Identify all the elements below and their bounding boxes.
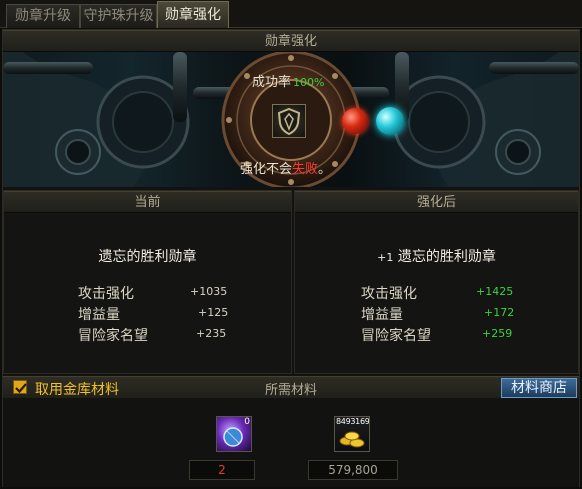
current-panel: 当前 遗忘的胜利勋章 攻击强化 +1035 增益量 +125 冒险家名望 +23… bbox=[3, 190, 292, 374]
current-header: 当前 bbox=[4, 191, 291, 213]
no-fail-suffix: 。 bbox=[318, 162, 332, 177]
gold-coin-icon[interactable]: 8493169 bbox=[334, 416, 370, 452]
tab-medal-enhance[interactable]: 勋章强化 bbox=[157, 1, 229, 28]
after-stat-row: 攻击强化 +1425 bbox=[361, 283, 521, 302]
success-rate: 成功率 100% bbox=[252, 71, 324, 90]
stat-value: +1425 bbox=[476, 285, 514, 298]
stat-label: 冒险家名望 bbox=[78, 328, 148, 344]
after-stat-row: 冒险家名望 +259 bbox=[361, 325, 521, 344]
red-orb-icon bbox=[342, 108, 368, 134]
fail-word: 失败 bbox=[292, 162, 319, 177]
after-item-name: 遗忘的胜利勋章 bbox=[397, 249, 496, 265]
current-stat-row: 冒险家名望 +235 bbox=[78, 325, 228, 344]
material-badge: 8493169 bbox=[336, 417, 370, 426]
current-item-name: 遗忘的胜利勋章 bbox=[98, 249, 197, 265]
medal-stone-icon[interactable]: 0 bbox=[216, 416, 252, 452]
success-rate-value: 100% bbox=[293, 76, 325, 89]
stat-value: +235 bbox=[196, 327, 227, 340]
medal-slot[interactable] bbox=[272, 104, 306, 138]
no-fail-notice: 强化不会失败。 bbox=[240, 158, 331, 177]
tab-medal-upgrade[interactable]: 勋章升级 bbox=[6, 4, 80, 28]
enhance-level: +1 bbox=[377, 251, 394, 264]
stat-label: 增益量 bbox=[78, 307, 120, 323]
success-rate-label: 成功率 bbox=[252, 75, 292, 90]
tab-guardian-bead-upgrade[interactable]: 守护珠升级 bbox=[80, 4, 157, 28]
material-count: 579,800 bbox=[308, 460, 398, 480]
after-item-title: +1 遗忘的胜利勋章 bbox=[295, 246, 578, 266]
stat-label: 冒险家名望 bbox=[361, 328, 431, 344]
materials-area: 0 2 8493169 579,800 bbox=[3, 398, 579, 487]
material-count: 2 bbox=[189, 460, 255, 480]
stat-value: +259 bbox=[482, 327, 513, 340]
stat-label: 增益量 bbox=[361, 307, 403, 323]
cyan-orb-icon bbox=[376, 107, 404, 135]
page-title: 勋章强化 bbox=[3, 30, 579, 52]
after-header: 强化后 bbox=[295, 191, 578, 213]
materials-bar: 所需材料 取用金库材料 材料商店 bbox=[3, 376, 579, 398]
stat-value: +125 bbox=[198, 306, 229, 319]
check-icon bbox=[15, 383, 27, 394]
current-stat-row: 攻击强化 +1035 bbox=[78, 283, 228, 302]
tab-bar: 勋章升级 守护珠升级 勋章强化 bbox=[0, 0, 582, 28]
material-shop-button[interactable]: 材料商店 bbox=[501, 378, 577, 398]
use-gold-label[interactable]: 取用金库材料 bbox=[35, 379, 119, 399]
after-panel: 强化后 +1 遗忘的胜利勋章 攻击强化 +1425 增益量 +172 冒险家名望… bbox=[294, 190, 579, 374]
shield-icon bbox=[277, 107, 301, 136]
after-stat-row: 增益量 +172 bbox=[361, 304, 521, 323]
stat-value: +172 bbox=[484, 306, 515, 319]
no-fail-prefix: 强化不会 bbox=[240, 162, 293, 177]
current-stat-row: 增益量 +125 bbox=[78, 304, 229, 323]
use-gold-checkbox[interactable] bbox=[13, 380, 27, 394]
stat-label: 攻击强化 bbox=[78, 286, 134, 302]
stat-value: +1035 bbox=[190, 285, 228, 298]
stat-label: 攻击强化 bbox=[361, 286, 417, 302]
material-badge: 0 bbox=[244, 417, 250, 427]
